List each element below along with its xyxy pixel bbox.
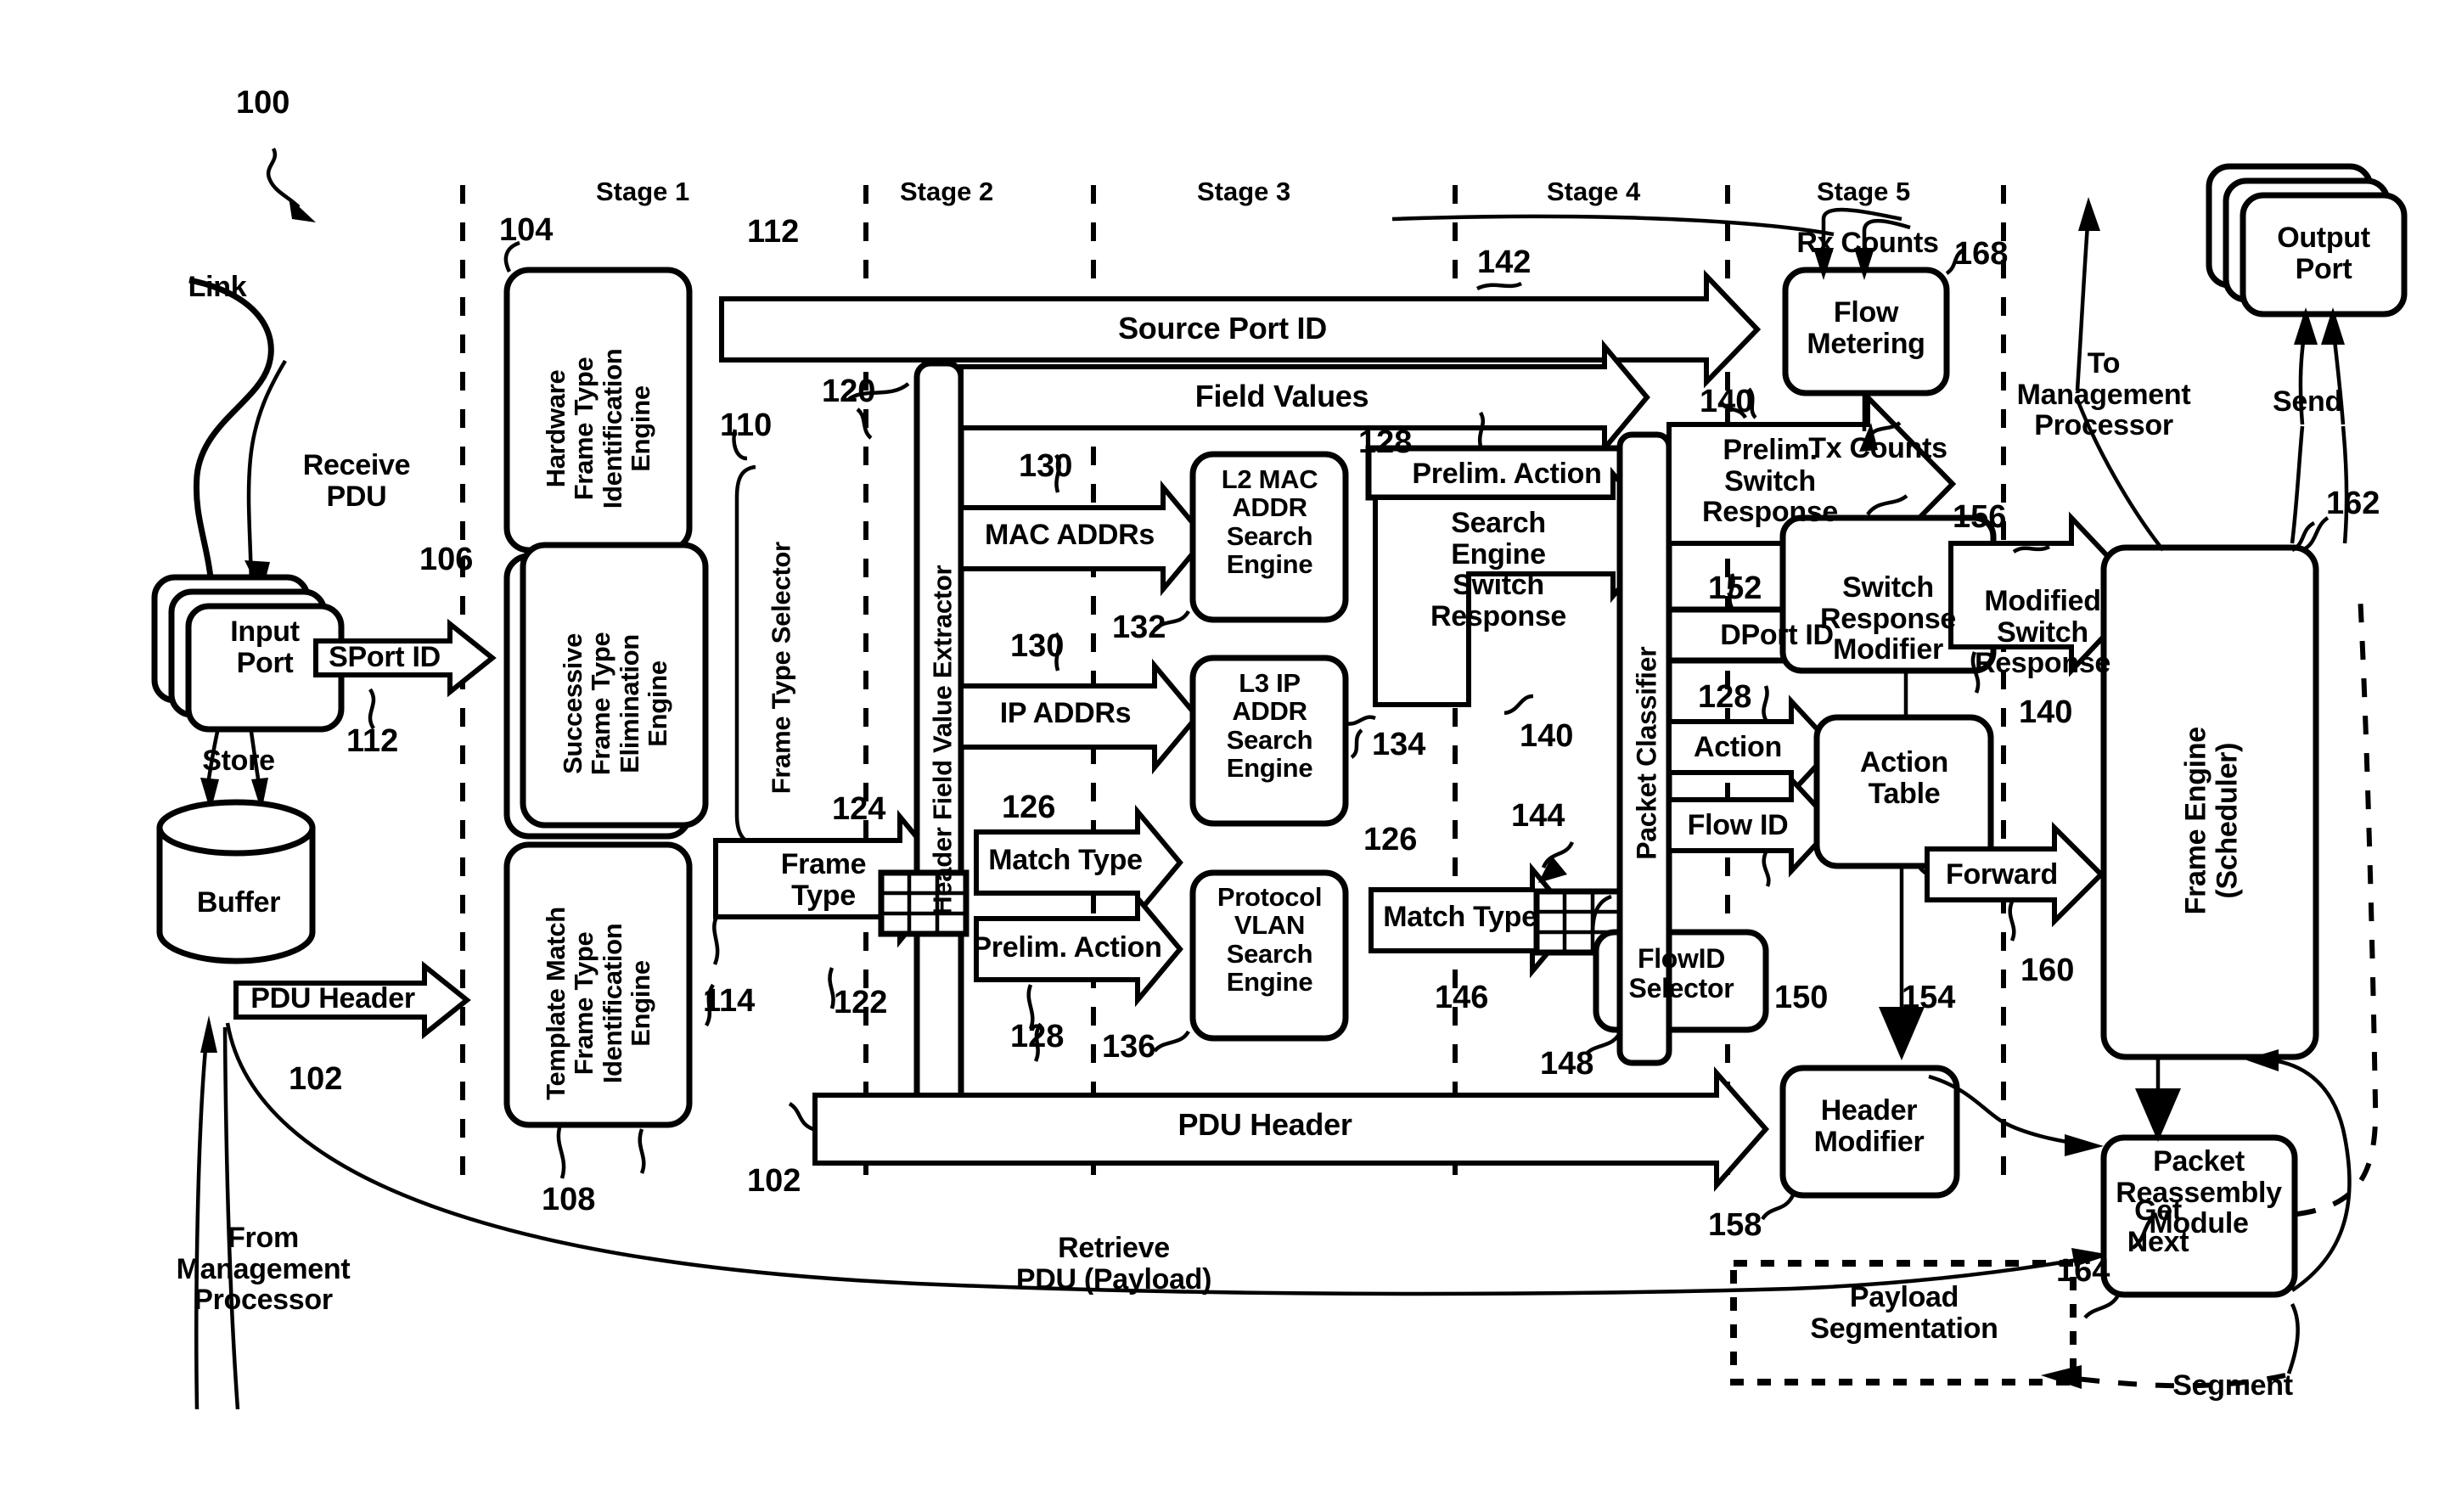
hardware-frame-type-engine-label: Hardware Frame Type Identification Engin…	[541, 348, 656, 509]
from-management-label: From Management Processor	[176, 1222, 351, 1317]
ref-110: 110	[720, 408, 773, 443]
successive-frame-type-engine-label: Successive Frame Type Elimination Engine	[558, 632, 673, 776]
ref-160: 160	[2020, 953, 2075, 988]
stage-label-1: Stage 1	[596, 177, 690, 206]
l2-mac-search-engine-label: L2 MAC ADDR Search Engine	[1221, 464, 1318, 580]
ref-136: 136	[1102, 1029, 1156, 1065]
ref-144: 144	[1511, 798, 1565, 834]
ref-128b: 128	[1358, 424, 1413, 460]
tx-counts-label: Tx Counts	[1808, 432, 1947, 464]
ref-142: 142	[1477, 245, 1531, 280]
ref-126a: 126	[1002, 790, 1056, 825]
rx-counts-label: Rx Counts	[1796, 227, 1939, 259]
ref-140c: 140	[2019, 694, 2073, 730]
ref-150: 150	[1774, 980, 1829, 1015]
ref-156: 156	[1953, 499, 2007, 535]
store-label: Store	[202, 745, 275, 777]
send-label: Send	[2273, 385, 2342, 418]
ref-126b: 126	[1363, 822, 1418, 857]
search-engine-switch-response-label: Search Engine Switch Response	[1430, 507, 1567, 633]
frame-type-selector-bracket	[732, 429, 756, 847]
ref-106: 106	[419, 542, 474, 577]
protocol-vlan-search-engine-label: Protocol VLAN Search Engine	[1217, 882, 1323, 998]
ref-102a: 102	[289, 1061, 343, 1097]
ref-124: 124	[832, 791, 886, 827]
pdu-header-label-bottom: PDU Header	[1177, 1107, 1352, 1142]
ref-140b: 140	[1700, 384, 1754, 419]
ref-112b: 112	[346, 723, 399, 759]
ref-146: 146	[1435, 980, 1489, 1015]
source-port-id-label: Source Port ID	[1118, 311, 1327, 346]
fig-ref-100: 100	[236, 85, 290, 121]
ref-140a: 140	[1520, 718, 1574, 754]
packet-classifier-label: Packet Classifier	[1631, 646, 1662, 860]
ref-154: 154	[1902, 980, 1956, 1015]
ref-112a: 112	[747, 214, 800, 250]
stage-label-5: Stage 5	[1817, 177, 1911, 206]
ref-148: 148	[1540, 1046, 1594, 1082]
ref-168: 168	[1954, 236, 2009, 272]
buffer-cylinder	[156, 799, 316, 964]
frame-type-arrow-label: Frame Type	[780, 848, 867, 912]
ref-130a: 130	[1019, 448, 1073, 484]
input-port-label: Input Port	[230, 615, 300, 679]
patent-figure-canvas: .st{fill:none;stroke:#000;stroke-width:7…	[0, 0, 2456, 1512]
ref-162: 162	[2326, 486, 2380, 521]
ref-104: 104	[499, 212, 554, 248]
ref-134: 134	[1372, 727, 1426, 762]
ref-152: 152	[1708, 571, 1762, 606]
receive-pdu-label: Receive PDU	[302, 449, 411, 513]
ref-158: 158	[1708, 1207, 1762, 1243]
ip-addrs-label: IP ADDRs	[999, 697, 1132, 729]
ref-122: 122	[834, 985, 888, 1020]
retrieve-pdu-label: Retrieve PDU (Payload)	[1015, 1232, 1212, 1296]
header-modifier-label: Header Modifier	[1813, 1094, 1925, 1158]
buffer-label: Buffer	[196, 886, 281, 919]
prelim-action-label-stage3: Prelim. Action	[1412, 458, 1602, 490]
ref-130b: 130	[1010, 628, 1065, 664]
modified-switch-response-label: Modified Switch Response	[1974, 585, 2111, 680]
stage-label-4: Stage 4	[1547, 177, 1641, 206]
ref-128a: 128	[1010, 1019, 1065, 1054]
from-management-wire	[194, 1015, 240, 1410]
ref-120: 120	[822, 374, 876, 409]
template-match-engine-label: Template Match Frame Type Identification…	[541, 907, 656, 1100]
link-label: Link	[188, 271, 247, 303]
flowid-selector-label: FlowID Selector	[1628, 943, 1734, 1003]
match-type-label-a: Match Type	[988, 844, 1143, 876]
action-table-label: Action Table	[1860, 746, 1948, 810]
ref-132: 132	[1112, 610, 1166, 645]
match-type-label-b: Match Type	[1383, 901, 1537, 933]
flow-id-label: Flow ID	[1687, 809, 1789, 841]
frame-type-selector-label: Frame Type Selector	[766, 542, 796, 795]
stage-label-3: Stage 3	[1197, 177, 1291, 206]
flow-metering-label: Flow Metering	[1807, 296, 1925, 360]
forward-label: Forward	[1945, 858, 2059, 891]
ref-114: 114	[703, 983, 756, 1019]
pdu-header-label-left: PDU Header	[250, 982, 415, 1015]
stage-label-2: Stage 2	[900, 177, 994, 206]
field-values-label: Field Values	[1194, 379, 1369, 413]
ref-164: 164	[2056, 1253, 2110, 1289]
ref-108: 108	[542, 1182, 596, 1217]
header-field-value-extractor-label: Header Field Value Extractor	[927, 565, 958, 915]
link-wire	[188, 277, 287, 595]
ref-leader-108	[556, 1124, 566, 1179]
l3-ip-search-engine-label: L3 IP ADDR Search Engine	[1226, 668, 1313, 784]
ref-128c: 128	[1698, 679, 1752, 715]
to-management-label: To Management Processor	[2016, 347, 2191, 442]
figure-ref-arrow	[266, 147, 316, 222]
frame-engine-label: Frame Engine (Scheduler)	[2179, 727, 2243, 915]
action-label: Action	[1694, 731, 1782, 763]
prelim-action-arrow-a	[974, 891, 1183, 1030]
sport-id-label: SPort ID	[329, 641, 441, 673]
segment-label: Segment	[2172, 1369, 2293, 1402]
prelim-action-label-a: Prelim. Action	[972, 931, 1162, 964]
ref-102b: 102	[747, 1163, 801, 1199]
mac-addrs-label: MAC ADDRs	[984, 519, 1155, 551]
packet-reassembly-label: Packet Reassembly Module	[2116, 1145, 2282, 1240]
output-port-label: Output Port	[2277, 222, 2370, 285]
payload-segmentation-label: Payload Segmentation	[1810, 1281, 1998, 1345]
